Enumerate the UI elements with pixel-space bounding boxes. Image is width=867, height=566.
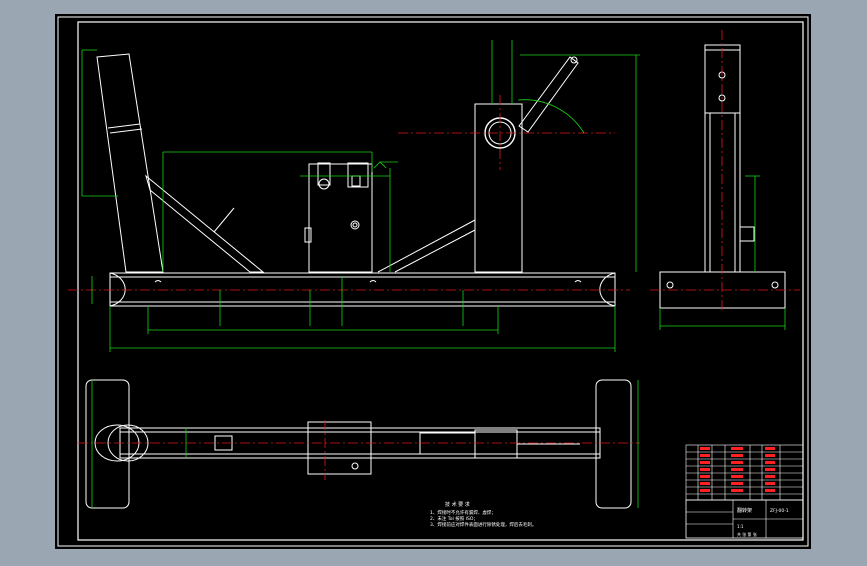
drawing-sheet xyxy=(55,14,811,549)
drawing-canvas: 技 术 要 求 1、焊接时不允许有漏焊、虚焊； 2、未注 Tol 按照 ISO；… xyxy=(55,14,811,549)
drawing-number: ZFJ-00-1 xyxy=(770,508,789,514)
part-name: 翻转架 xyxy=(737,507,752,514)
tech-requirement-1: 1、焊接时不允许有漏焊、虚焊； xyxy=(430,509,496,516)
tech-requirements-title: 技 术 要 求 xyxy=(445,501,470,508)
sheet-info: 共 张 第 张 xyxy=(737,531,757,537)
cad-viewport[interactable]: 技 术 要 求 1、焊接时不允许有漏焊、虚焊； 2、未注 Tol 按照 ISO；… xyxy=(0,0,867,562)
scale-value: 1:1 xyxy=(737,524,744,529)
tech-requirement-2: 2、未注 Tol 按照 ISO； xyxy=(430,515,478,522)
tech-requirement-3: 3、焊接前应对焊件表面进行除锈处理，焊后去毛刺。 xyxy=(430,521,536,528)
